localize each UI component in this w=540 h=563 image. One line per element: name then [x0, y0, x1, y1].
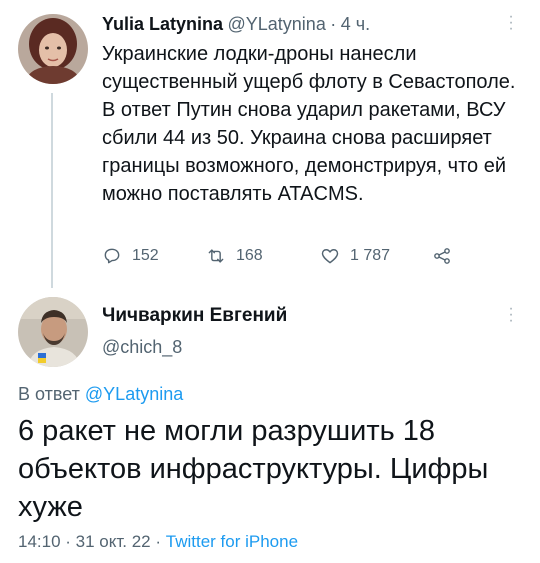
reply-to-handle-link[interactable]: @YLatynina	[85, 384, 183, 404]
retweet-count: 168	[236, 247, 263, 264]
share-button[interactable]	[432, 246, 452, 266]
tweet1-time[interactable]: 4 ч.	[341, 14, 370, 34]
share-icon	[434, 248, 450, 264]
tweet2-footer: 14:10 · 31 окт. 22 · Twitter for iPhone	[18, 532, 298, 552]
tweet2-source-link[interactable]: Twitter for iPhone	[166, 532, 298, 551]
avatar-yulia-latynina[interactable]	[18, 14, 88, 84]
tweet1-more-icon[interactable]: · · ·	[506, 9, 516, 37]
tweet2-handle[interactable]: @chich_8	[102, 337, 182, 358]
tweet1-author-name[interactable]: Yulia Latynina	[102, 14, 223, 34]
reply-icon	[104, 248, 120, 264]
reply-to-line: В ответ @YLatynina	[18, 384, 183, 405]
reply-to-prefix: В ответ	[18, 384, 80, 404]
like-button[interactable]: 1 787	[320, 246, 390, 266]
reply-count: 152	[132, 247, 159, 264]
retweet-button[interactable]: 168	[206, 246, 263, 266]
avatar-image	[18, 14, 88, 84]
tweet1-handle[interactable]: @YLatynina	[228, 14, 326, 34]
tweet2-more-icon[interactable]: · · ·	[506, 301, 516, 329]
avatar-image-2	[18, 297, 88, 367]
tweet1-text: Украинские лодки-дроны нанесли существен…	[102, 43, 516, 205]
tweet1-separator: ·	[330, 14, 337, 34]
avatar-chichvarkin[interactable]	[18, 297, 88, 367]
tweet2-timestamp[interactable]: 14:10 · 31 окт. 22 ·	[18, 532, 161, 551]
tweet2-author-name[interactable]: Чичваркин Евгений	[102, 305, 287, 327]
tweet1-header: Yulia Latynina @YLatynina · 4 ч.	[102, 14, 370, 35]
thread-connector-line	[51, 93, 53, 288]
like-icon	[321, 249, 339, 264]
tweet2-text: 6 ракет не могли разрушить 18 объектов и…	[18, 415, 489, 523]
like-count: 1 787	[350, 247, 391, 264]
reply-button[interactable]: 152	[102, 246, 159, 266]
retweet-icon	[208, 249, 224, 263]
